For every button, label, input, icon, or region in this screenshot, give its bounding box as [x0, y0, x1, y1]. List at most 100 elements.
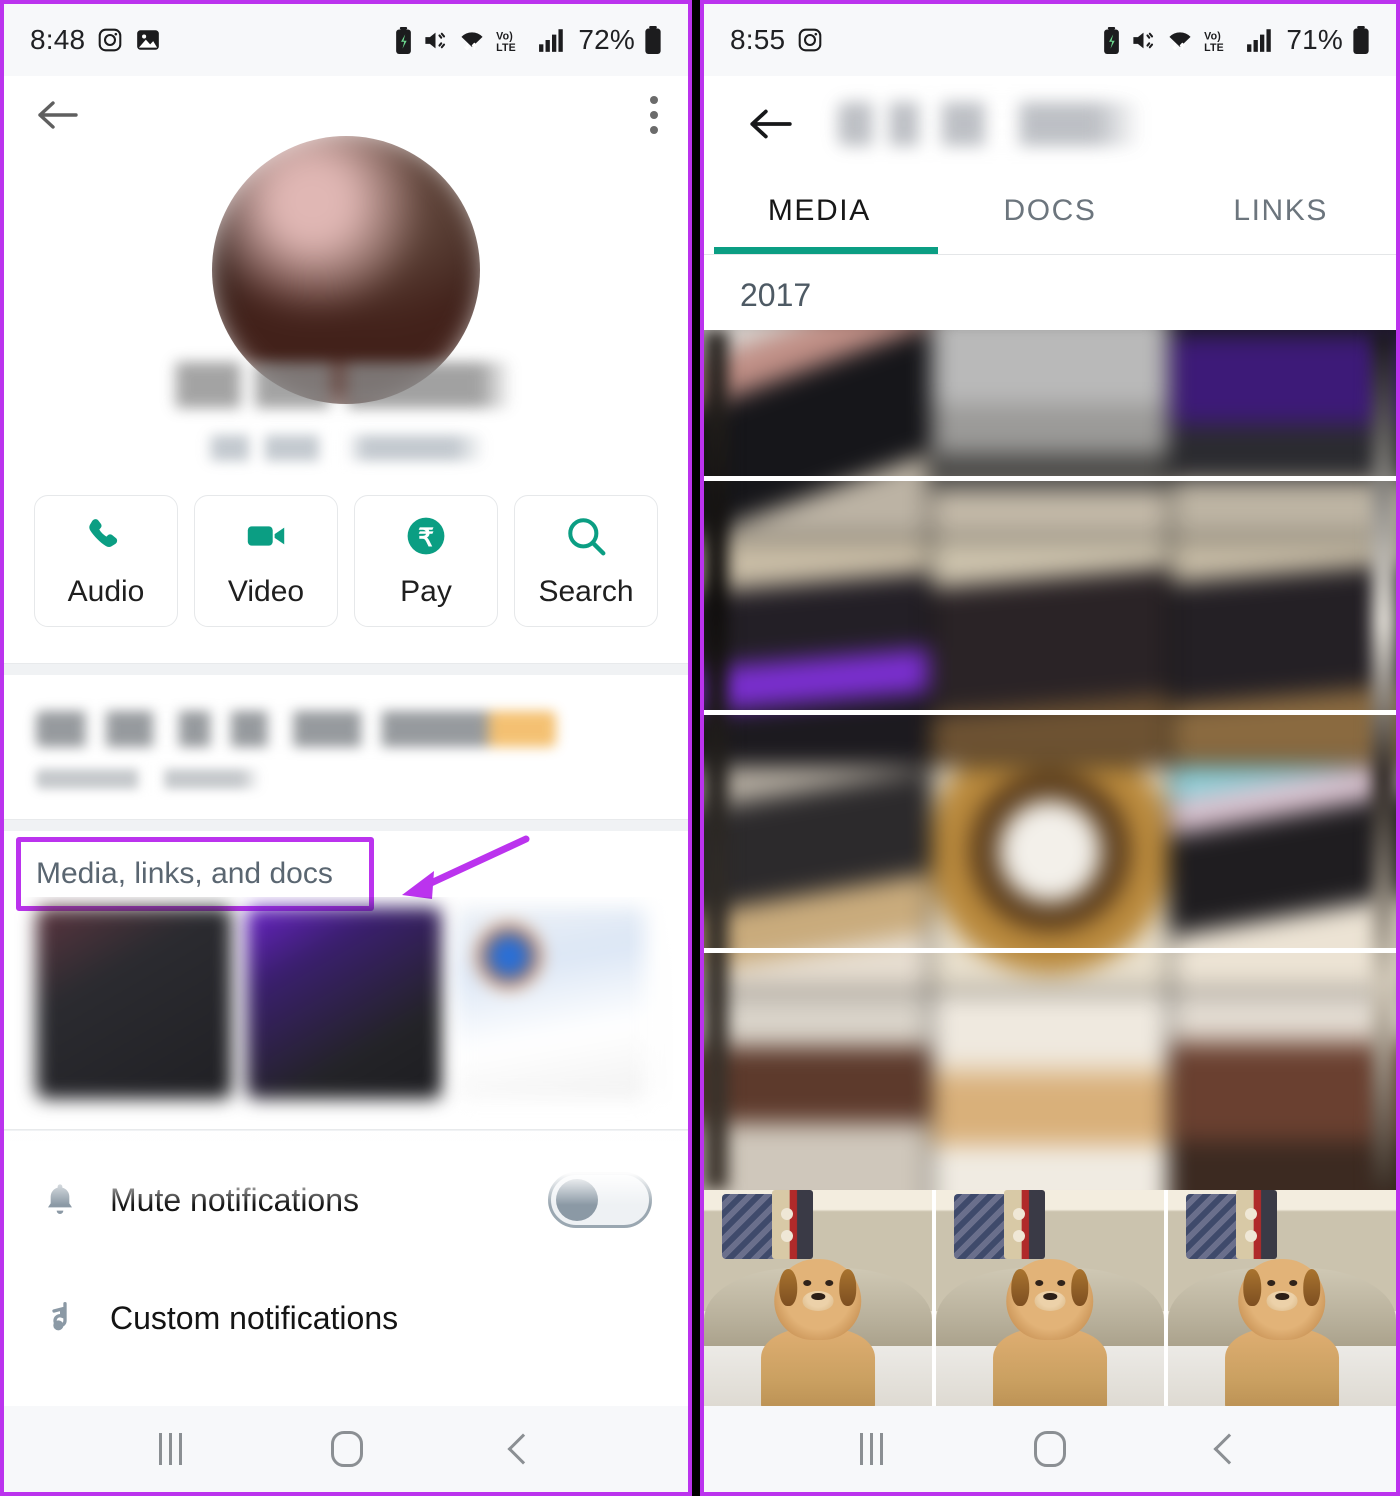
pay-button[interactable]: ₹ Pay [354, 495, 498, 627]
search-button[interactable]: Search [514, 495, 658, 627]
dog-eye-right [1288, 1280, 1297, 1286]
dog-head [1006, 1259, 1094, 1340]
media-photo-dog-2[interactable] [936, 1190, 1164, 1406]
year-header: 2017 [704, 255, 1396, 330]
media-links-docs-section[interactable]: Media, links, and docs [4, 831, 688, 1129]
sidebar-item-mute-notifications[interactable]: Mute notifications [4, 1131, 688, 1259]
instagram-icon [797, 27, 823, 53]
section-divider-3 [4, 1129, 688, 1141]
pillow-striped [1236, 1190, 1278, 1260]
media-grid-item[interactable] [704, 330, 928, 537]
tab-media[interactable]: MEDIA [704, 172, 935, 254]
music-note-icon [40, 1298, 80, 1338]
dog-eye-right [824, 1280, 833, 1286]
dog-nose [1275, 1293, 1289, 1301]
media-grid-item[interactable] [931, 539, 1169, 764]
media-grid-item[interactable] [704, 539, 928, 764]
dog-ear-left [1243, 1268, 1262, 1306]
dog-eye-left [803, 1280, 811, 1286]
media-grid-cells [704, 330, 1396, 1190]
media-grid-item[interactable] [1172, 330, 1396, 537]
left-phone-panel: 8:48 Vo) LTE 72% Audio Video ₹ Pay Searc… [0, 0, 692, 1496]
audio-call-button[interactable]: Audio [34, 495, 178, 627]
media-grid-item[interactable] [704, 766, 928, 990]
audio-call-label: Audio [67, 575, 145, 608]
volte-icon: Vo) LTE [1203, 27, 1237, 54]
toggle-knob [556, 1179, 598, 1221]
tab-links[interactable]: LINKS [1165, 172, 1396, 254]
section-divider [4, 663, 688, 675]
dog-ear-right [1302, 1268, 1321, 1306]
svg-text:Vo): Vo) [496, 30, 513, 42]
grid-gap-line [704, 948, 1396, 953]
media-photo-dog-1[interactable] [704, 1190, 932, 1406]
media-photo-dog-3-selected[interactable] [1168, 1190, 1396, 1406]
contact-name-redacted [161, 362, 531, 408]
tab-docs[interactable]: DOCS [935, 172, 1166, 254]
video-camera-icon [243, 513, 289, 559]
status-bar-right-group: Vo) LTE 72% [394, 24, 662, 56]
media-grid[interactable] [704, 330, 1396, 1190]
media-thumbnail-strip[interactable] [4, 897, 688, 1129]
media-thumbnail[interactable] [246, 907, 442, 1099]
search-label: Search [538, 575, 634, 608]
active-tab-underline [714, 247, 938, 254]
battery-percent: 72% [578, 24, 635, 55]
rupee-pay-icon: ₹ [403, 513, 449, 559]
back-arrow-icon[interactable] [34, 95, 80, 135]
status-bar-left-group-2: 8:55 [730, 24, 823, 56]
svg-text:Vo): Vo) [1204, 30, 1221, 42]
settings-list: Mute notifications Custom notifications [4, 1131, 688, 1377]
recents-icon[interactable] [859, 1433, 883, 1465]
about-section[interactable] [4, 675, 688, 819]
home-icon[interactable] [1034, 1431, 1067, 1467]
battery-saver-icon [1102, 26, 1121, 54]
media-grid-item[interactable] [931, 330, 1169, 537]
grid-gap-line [704, 476, 1396, 481]
dog-figure [984, 1259, 1116, 1406]
video-call-button[interactable]: Video [194, 495, 338, 627]
dog-head [774, 1259, 862, 1340]
media-thumbnail[interactable] [36, 907, 232, 1099]
mute-icon [1130, 27, 1157, 54]
back-arrow-icon[interactable] [746, 103, 794, 145]
media-screen-topbar [704, 76, 1396, 172]
battery-percent: 71% [1286, 24, 1343, 55]
contact-phone-redacted [187, 435, 505, 461]
pillow-striped [1004, 1190, 1046, 1260]
dog-figure [1216, 1259, 1348, 1406]
media-grid-item[interactable] [1172, 766, 1396, 990]
phone-icon [83, 513, 129, 559]
dog-ear-right [838, 1268, 857, 1306]
home-icon[interactable] [330, 1431, 363, 1467]
battery-saver-icon [394, 26, 413, 54]
media-grid-item[interactable] [1172, 539, 1396, 764]
media-thumbnail[interactable] [456, 907, 652, 1099]
media-thumbnail[interactable] [666, 907, 688, 1099]
section-divider-2 [4, 819, 688, 831]
recents-icon[interactable] [158, 1433, 182, 1465]
signal-icon [1246, 27, 1274, 53]
media-grid-item[interactable] [931, 766, 1169, 990]
profile-header: Audio Video ₹ Pay Search [4, 76, 688, 663]
profile-name-block [4, 362, 688, 461]
grid-gap-line [704, 710, 1396, 715]
custom-notifications-label: Custom notifications [110, 1299, 399, 1336]
mute-notifications-toggle[interactable] [548, 1172, 652, 1228]
nav-back-icon[interactable] [1213, 1433, 1245, 1465]
search-icon [563, 513, 609, 559]
nav-back-icon[interactable] [506, 1433, 539, 1465]
media-grid-item[interactable] [931, 992, 1169, 1190]
media-grid-item[interactable] [704, 992, 928, 1190]
volte-icon: Vo) LTE [495, 27, 529, 54]
svg-text:₹: ₹ [418, 524, 434, 552]
sidebar-item-custom-notifications[interactable]: Custom notifications [4, 1259, 688, 1377]
status-time: 8:55 [730, 24, 786, 55]
status-bar-right: 8:55 Vo) LTE 71% [704, 4, 1396, 76]
kebab-menu-icon[interactable] [650, 96, 658, 134]
mute-notifications-label: Mute notifications [110, 1181, 360, 1218]
media-grid-right-edge [1372, 330, 1396, 1190]
media-grid-item[interactable] [1172, 992, 1396, 1190]
about-timestamp-redacted [36, 769, 298, 789]
battery-icon [644, 26, 662, 54]
